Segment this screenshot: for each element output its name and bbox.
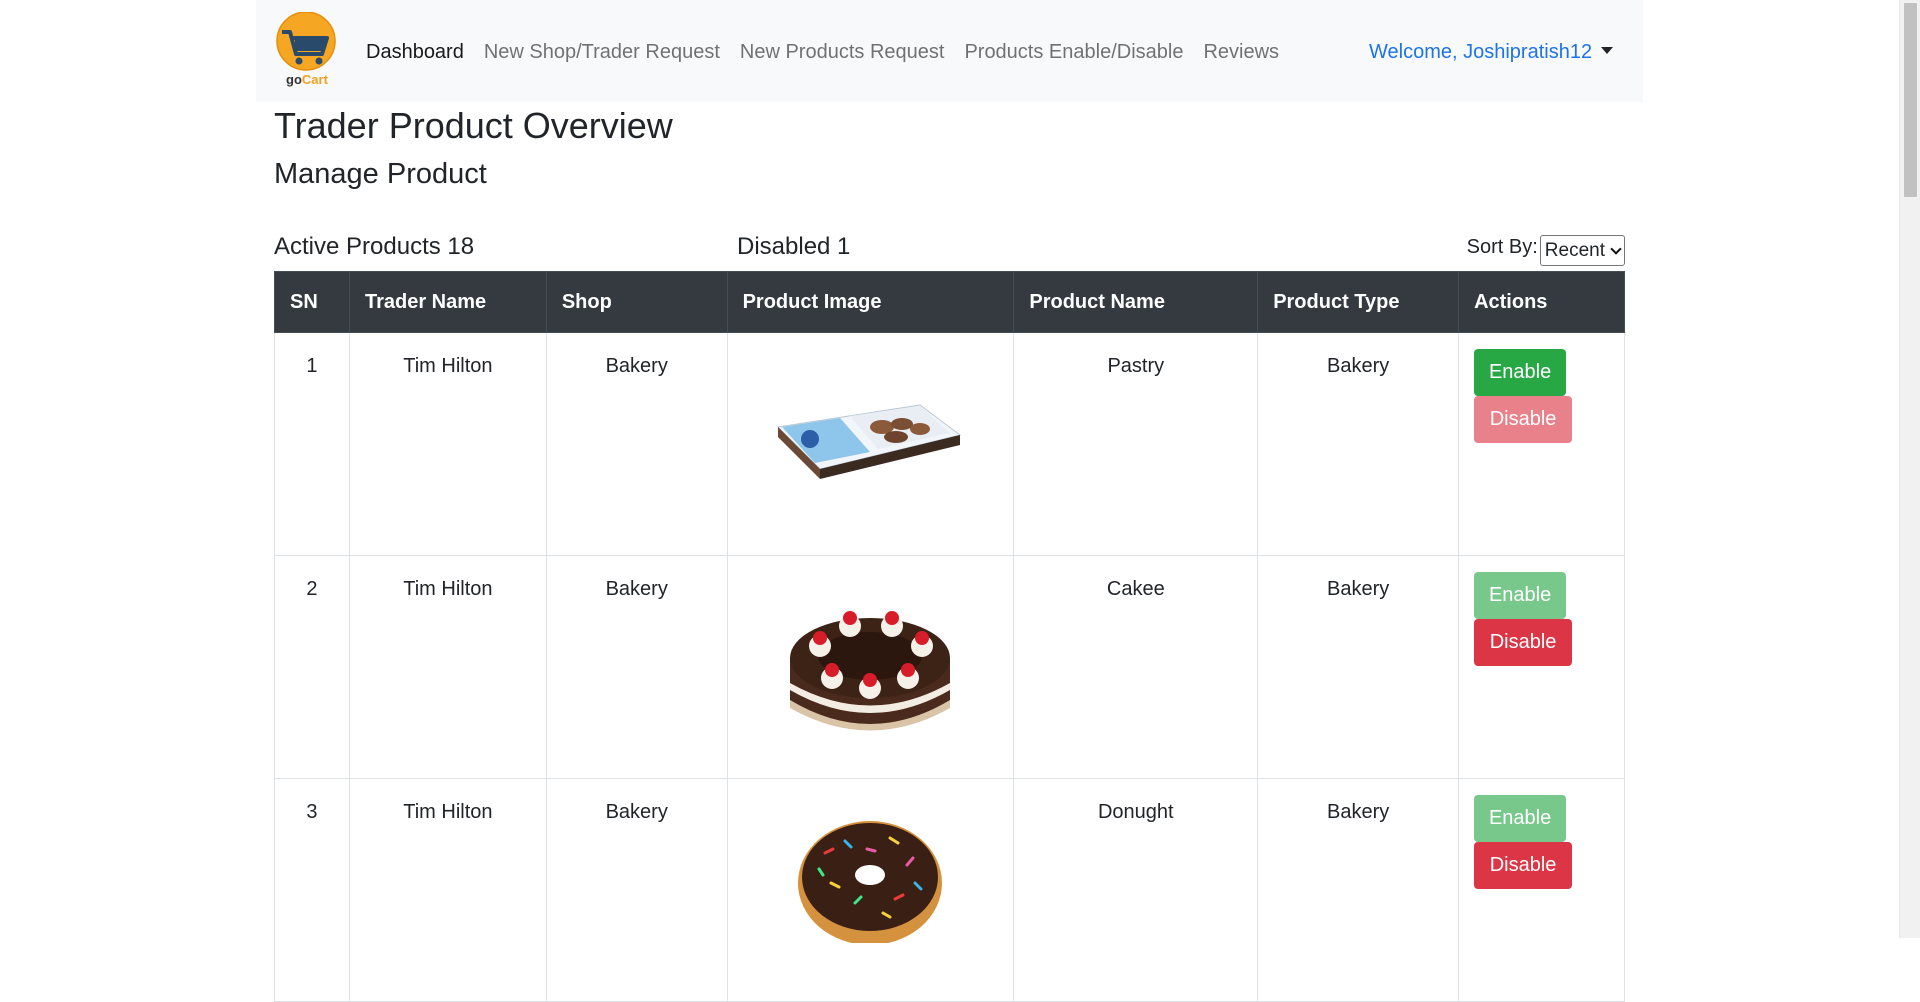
products-table: SN Trader Name Shop Product Image Produc… [274, 271, 1625, 1002]
caret-down-icon [1601, 47, 1614, 54]
cell-product-name: Cakee [1013, 555, 1259, 779]
pastry-image [777, 404, 962, 479]
cell-product-image [726, 332, 1015, 556]
disabled-products-count: Disabled 1 [737, 233, 851, 260]
table-row: 3 Tim Hilton Bakery Donught Bakery Enabl… [274, 778, 1625, 1002]
sort-label: Sort By: [1466, 236, 1538, 258]
scrollbar-thumb[interactable] [1904, 3, 1917, 197]
table-header-row: SN Trader Name Shop Product Image Produc… [274, 271, 1625, 333]
cell-product-type: Bakery [1257, 555, 1460, 779]
cell-sn: 2 [274, 555, 350, 779]
nav-link-new-products-request[interactable]: New Products Request [730, 38, 955, 66]
cell-actions: Enable Disable [1458, 332, 1625, 556]
donut-image [798, 821, 943, 943]
page-subtitle: Manage Product [274, 158, 487, 190]
page-container: goCart Dashboard New Shop/Trader Request… [256, 0, 1643, 1002]
table-row: 2 Tim Hilton Bakery Cakee Bakery Enable … [274, 555, 1625, 779]
enable-button[interactable]: Enable [1474, 349, 1567, 396]
navbar: goCart Dashboard New Shop/Trader Request… [256, 0, 1643, 102]
cell-product-image [726, 555, 1015, 779]
cell-trader-name: Tim Hilton [348, 778, 547, 1002]
disable-button[interactable]: Disable [1474, 619, 1573, 666]
sort-selected-value: Recent [1544, 239, 1605, 261]
header-actions: Actions [1458, 271, 1625, 333]
cell-sn: 1 [274, 332, 350, 556]
sort-control: Sort By: Recent [1467, 234, 1625, 266]
header-shop: Shop [545, 271, 728, 333]
user-menu-dropdown[interactable]: Welcome, Joshipratish12 [1369, 38, 1614, 66]
page-title: Trader Product Overview [274, 105, 673, 146]
header-product-image: Product Image [726, 271, 1015, 333]
nav-links: Dashboard New Shop/Trader Request New Pr… [356, 38, 1289, 66]
cell-sn: 3 [274, 778, 350, 1002]
page-scrollbar[interactable] [1899, 0, 1920, 938]
cell-product-name: Pastry [1013, 332, 1259, 556]
enable-button[interactable]: Enable [1474, 795, 1567, 842]
cell-actions: Enable Disable [1458, 555, 1625, 779]
active-products-count: Active Products 18 [274, 233, 475, 260]
table-row: 1 Tim Hilton Bakery Pastry Bakery Enable… [274, 332, 1625, 556]
welcome-text: Welcome, Joshipratish12 [1369, 41, 1593, 63]
header-product-type: Product Type [1257, 271, 1460, 333]
cell-shop: Bakery [545, 555, 728, 779]
nav-link-dashboard[interactable]: Dashboard [356, 38, 474, 66]
cell-product-name: Donught [1013, 778, 1259, 1002]
sort-select[interactable]: Recent [1539, 235, 1625, 266]
header-trader-name: Trader Name [348, 271, 547, 333]
chevron-down-icon [1610, 242, 1622, 255]
nav-link-products-enable-disable[interactable]: Products Enable/Disable [954, 38, 1193, 66]
nav-link-new-shop-trader-request[interactable]: New Shop/Trader Request [474, 38, 730, 66]
cell-product-type: Bakery [1257, 332, 1460, 556]
cell-actions: Enable Disable [1458, 778, 1625, 1002]
enable-button[interactable]: Enable [1474, 572, 1567, 619]
cell-trader-name: Tim Hilton [348, 332, 547, 556]
disable-button[interactable]: Disable [1474, 842, 1573, 889]
cell-shop: Bakery [545, 332, 728, 556]
header-sn: SN [274, 271, 350, 333]
logo-text: goCart [286, 72, 328, 87]
cell-trader-name: Tim Hilton [348, 555, 547, 779]
header-product-name: Product Name [1013, 271, 1259, 333]
products-table-wrap: SN Trader Name Shop Product Image Produc… [274, 271, 1625, 1002]
cell-product-type: Bakery [1257, 778, 1460, 1002]
cell-product-image [726, 778, 1015, 1002]
disable-button[interactable]: Disable [1474, 396, 1573, 443]
cell-shop: Bakery [545, 778, 728, 1002]
cake-image [790, 611, 951, 731]
nav-link-reviews[interactable]: Reviews [1193, 38, 1289, 66]
